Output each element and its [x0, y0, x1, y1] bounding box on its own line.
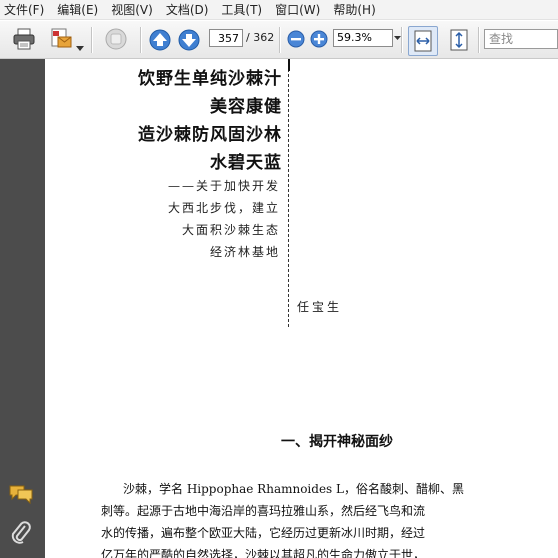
subtitle-line-1: ——关于加快开发	[167, 179, 280, 193]
author-name: 任宝生	[297, 300, 343, 314]
menu-document[interactable]: 文档(D)	[166, 1, 209, 18]
fit-page-icon[interactable]	[446, 27, 472, 57]
document-page: 饮野生单纯沙棘汁 美容康健 造沙棘防风固沙林 水碧天蓝 ——关于加快开发 大西北…	[45, 59, 558, 558]
menu-help[interactable]: 帮助(H)	[333, 1, 375, 18]
comment-icon[interactable]	[8, 484, 34, 508]
zoom-in-icon[interactable]	[310, 30, 328, 52]
title-line-4: 水碧天蓝	[210, 153, 282, 173]
subtitle-line-4: 经济林基地	[209, 245, 280, 259]
subtitle-line-2: 大西北步伐，建立	[167, 201, 280, 215]
print-icon[interactable]	[12, 28, 36, 54]
down-arrow-icon[interactable]	[178, 29, 200, 55]
menu-window[interactable]: 窗口(W)	[275, 1, 320, 18]
search-input[interactable]: 查找	[484, 29, 558, 49]
title-line-2: 美容康健	[210, 97, 282, 117]
attachment-icon[interactable]	[10, 520, 32, 550]
paragraph-line: 亿万年的严酷的自然选择，沙棘以其超凡的生命力傲立于世，	[101, 548, 426, 558]
hand-icon[interactable]	[103, 27, 129, 55]
paragraph-line: 水的传播，遍布整个欧亚大陆，它经历过更新冰川时期，经过	[101, 526, 426, 540]
zoom-out-icon[interactable]	[287, 30, 305, 52]
toolbar: 357 / 362 59.3% 查找	[0, 21, 558, 59]
page-total: / 362	[246, 31, 275, 44]
fit-width-icon[interactable]	[408, 26, 438, 56]
paragraph-line: 刺等。起源于古地中海沿岸的喜玛拉雅山系，然后经飞鸟和流	[101, 504, 426, 518]
menu-edit[interactable]: 编辑(E)	[57, 1, 98, 18]
zoom-level-input[interactable]: 59.3%	[333, 29, 393, 47]
menu-view[interactable]: 视图(V)	[111, 1, 153, 18]
menu-bar: 文件(F) 编辑(E) 视图(V) 文档(D) 工具(T) 窗口(W) 帮助(H…	[0, 0, 558, 20]
subtitle-line-3: 大面积沙棘生态	[181, 223, 280, 237]
title-line-3: 造沙棘防风固沙林	[138, 125, 282, 145]
chevron-down-icon[interactable]	[76, 37, 84, 56]
section-heading: 一、揭开神秘面纱	[281, 434, 393, 450]
divider-line-top	[288, 59, 290, 71]
navigation-sidebar	[0, 59, 45, 558]
body-paragraph: 沙棘，学名 Hippophae Rhamnoides L，俗名酸刺、醋柳、黑 刺…	[101, 478, 553, 558]
up-arrow-icon[interactable]	[149, 29, 171, 55]
email-icon[interactable]	[49, 27, 73, 55]
divider-line	[288, 59, 289, 327]
title-line-1: 饮野生单纯沙棘汁	[138, 69, 282, 89]
menu-tools[interactable]: 工具(T)	[221, 1, 262, 18]
page-number-input[interactable]: 357	[209, 29, 243, 47]
menu-file[interactable]: 文件(F)	[4, 1, 44, 18]
paragraph-line: 沙棘，学名 Hippophae Rhamnoides L，俗名酸刺、醋柳、黑	[123, 482, 464, 496]
